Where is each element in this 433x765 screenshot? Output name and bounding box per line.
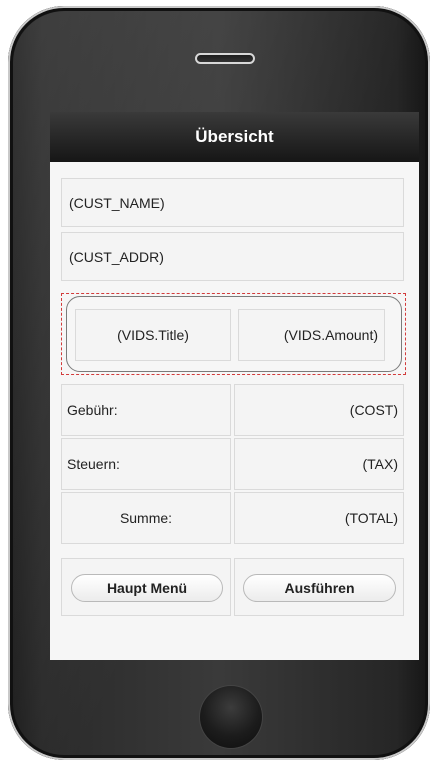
vids-title: (VIDS.Title) — [117, 327, 189, 343]
customer-name: (CUST_NAME) — [69, 194, 165, 211]
tax-value: (TAX) — [362, 456, 398, 472]
page-title: Übersicht — [195, 127, 274, 146]
tax-label: Steuern: — [67, 456, 120, 472]
total-value-cell: (TOTAL) — [234, 492, 404, 544]
customer-address: (CUST_ADDR) — [69, 248, 164, 265]
vids-amount-cell[interactable]: (VIDS.Amount) — [238, 309, 385, 361]
execute-label: Ausführen — [284, 580, 355, 596]
total-label: Summe: — [119, 510, 173, 526]
fee-label: Gebühr: — [67, 402, 118, 418]
fee-value-cell: (COST) — [234, 384, 404, 436]
fee-value: (COST) — [349, 402, 398, 418]
main-menu-button[interactable]: Haupt Menü — [71, 574, 223, 602]
execute-button[interactable]: Ausführen — [243, 574, 396, 602]
customer-address-cell: (CUST_ADDR) — [61, 232, 404, 281]
speaker-grille — [195, 53, 255, 64]
vids-title-cell[interactable]: (VIDS.Title) — [75, 309, 231, 361]
tax-value-cell: (TAX) — [234, 438, 404, 490]
screen: Übersicht (CUST_NAME) (CUST_ADDR) (VIDS.… — [50, 112, 419, 660]
main-menu-label: Haupt Menü — [106, 580, 188, 596]
tax-label-cell: Steuern: — [61, 438, 231, 490]
vids-amount: (VIDS.Amount) — [283, 327, 378, 343]
customer-name-cell: (CUST_NAME) — [61, 178, 404, 227]
total-value: (TOTAL) — [344, 510, 398, 526]
home-button[interactable] — [200, 686, 262, 748]
total-label-cell: Summe: — [61, 492, 231, 544]
header-bar: Übersicht — [50, 112, 419, 162]
fee-label-cell: Gebühr: — [61, 384, 231, 436]
